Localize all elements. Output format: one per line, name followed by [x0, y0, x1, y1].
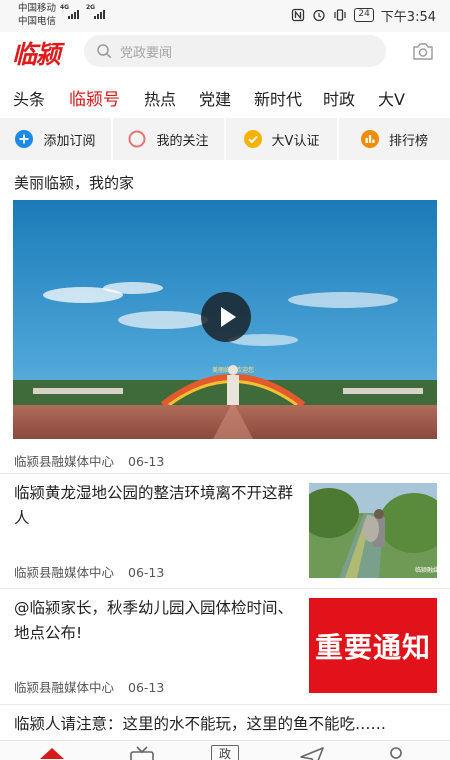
signal-icon-2 [94, 10, 105, 19]
camera-icon[interactable] [412, 41, 434, 61]
video-source: 临颍县融媒体中心 [14, 454, 115, 469]
my-follows-label: 我的关注 [156, 133, 209, 149]
article-title-1: 临颍黄龙湿地公园的整洁环境离不开这群人 [14, 484, 294, 527]
video-card[interactable]: 美丽临颍欢迎您 [13, 200, 437, 439]
tab-party-building[interactable]: 党建 [199, 86, 231, 110]
bottom-nav: 政 [0, 740, 450, 760]
search-placeholder: 党政要闻 [120, 45, 173, 61]
ranking-label: 排行榜 [388, 133, 428, 149]
article-date-2: 06-13 [128, 680, 165, 695]
ranking-icon [360, 130, 379, 148]
article-thumb-2: 重要通知 [309, 598, 437, 693]
shortcut-bar: 添加订阅 我的关注 大V认证 排行榜 [0, 118, 450, 160]
send-icon[interactable] [298, 745, 326, 760]
plus-circle-icon [15, 130, 34, 148]
play-button[interactable] [201, 292, 251, 342]
vibrate-icon [334, 9, 346, 21]
add-subscription-button[interactable]: 添加订阅 [0, 118, 113, 160]
my-follows-button[interactable]: 我的关注 [113, 118, 226, 160]
video-date: 06-13 [128, 454, 165, 469]
thumb-watermark: 临颍融媒 [415, 566, 437, 574]
article-thumb-1: 临颍融媒 [309, 483, 437, 578]
video-meta: 临颍县融媒体中心 06-13 [14, 451, 164, 470]
article-date-1: 06-13 [128, 565, 165, 580]
circle-outline-icon [128, 130, 146, 148]
article-title-3: 临颍人请注意：这里的水不能玩，这里的鱼不能吃…… [14, 715, 387, 733]
home-icon[interactable] [38, 745, 66, 760]
app-header: 临颍 党政要闻 [0, 32, 450, 76]
signal-icon [68, 10, 79, 19]
ranking-button[interactable]: 排行榜 [339, 118, 450, 160]
tab-big-v[interactable]: 大V [378, 86, 405, 110]
search-bar[interactable]: 党政要闻 [84, 35, 386, 67]
big-v-verify-button[interactable]: 大V认证 [226, 118, 339, 160]
article-source-1: 临颍县融媒体中心 [14, 565, 115, 580]
play-icon [221, 307, 236, 327]
add-subscription-label: 添加订阅 [43, 133, 96, 149]
divider [0, 588, 450, 589]
carrier-1: 中国移动 [18, 3, 57, 14]
section-title: 美丽临颍，我的家 [14, 174, 135, 192]
article-source-2: 临颍县融媒体中心 [14, 680, 115, 695]
article-title-2: @临颍家长，秋季幼儿园入园体检时间、地点公布! [14, 599, 294, 642]
tab-hot[interactable]: 热点 [144, 86, 176, 110]
nfc-icon [292, 8, 305, 22]
divider [0, 473, 450, 474]
tab-linyinghao[interactable]: 临颍号 [69, 85, 120, 110]
channel-tabs: 头条 临颍号 热点 党建 新时代 时政 大V [0, 78, 450, 116]
government-icon[interactable]: 政 [211, 745, 239, 760]
status-right: 24 下午3:54 [291, 6, 436, 25]
battery-indicator: 24 [354, 8, 374, 22]
status-time: 下午3:54 [380, 9, 436, 25]
check-circle-icon [243, 130, 262, 148]
alarm-icon [313, 9, 325, 22]
user-icon[interactable] [382, 745, 410, 760]
tab-new-era[interactable]: 新时代 [254, 86, 302, 110]
park-photo: 临颍融媒 [309, 483, 437, 578]
search-icon [97, 44, 111, 58]
status-bar: 中国移动 中国电信 4G 2G 24 下午3:54 [0, 0, 450, 32]
big-v-verify-label: 大V认证 [271, 133, 320, 149]
tab-politics[interactable]: 时政 [323, 86, 355, 110]
article-meta-2: 临颍县融媒体中心 06-13 [14, 677, 164, 696]
tab-toutiao[interactable]: 头条 [13, 86, 45, 110]
carrier-2: 中国电信 [18, 16, 57, 27]
app-logo: 临颍 [12, 40, 61, 69]
divider [0, 704, 450, 705]
article-meta-1: 临颍县融媒体中心 06-13 [14, 562, 164, 581]
tv-icon[interactable] [128, 745, 156, 760]
